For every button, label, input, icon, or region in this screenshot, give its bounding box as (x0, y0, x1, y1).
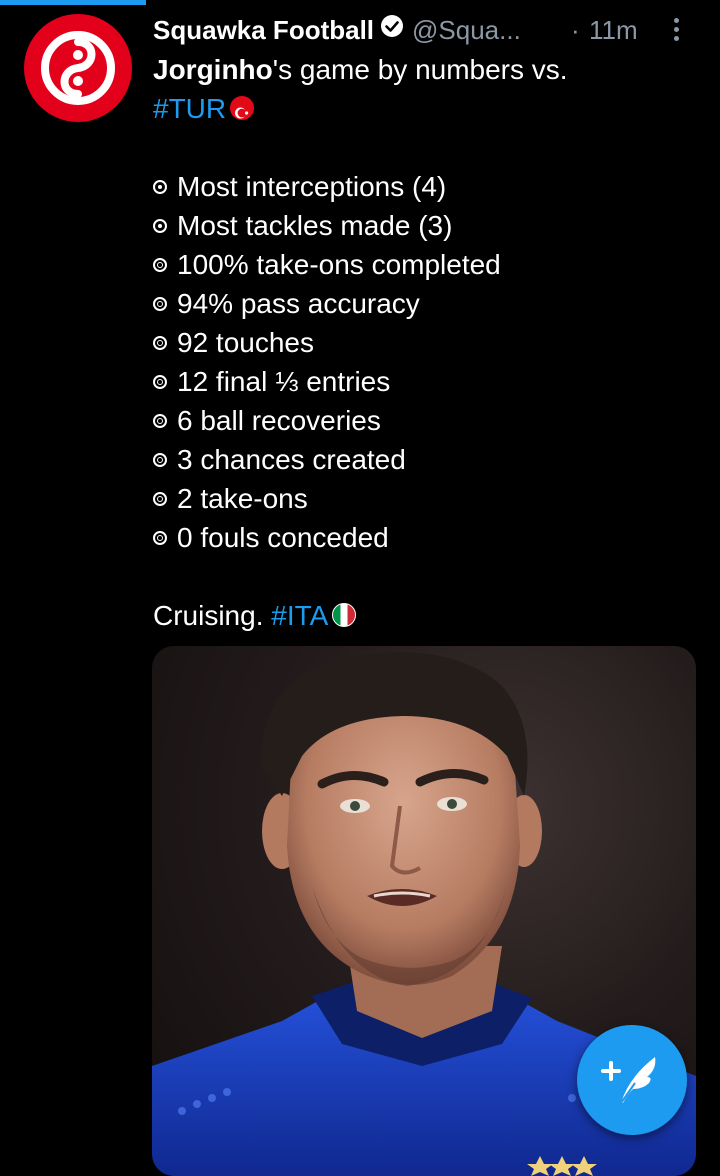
stat-item: Most interceptions (4) (153, 167, 693, 206)
stat-text: 3 chances created (177, 444, 406, 475)
separator-dot: · (571, 15, 580, 45)
display-name[interactable]: Squawka Football (153, 15, 374, 45)
stat-item: 92 touches (153, 323, 693, 362)
stat-text: 12 final ⅓ entries (177, 366, 391, 397)
avatar[interactable] (24, 14, 132, 122)
stat-text: 6 ball recoveries (177, 405, 381, 436)
stat-item: 0 fouls conceded (153, 518, 693, 557)
progress-bar (0, 0, 146, 5)
stat-text: 94% pass accuracy (177, 288, 420, 319)
player-name: Jorginho (153, 54, 273, 85)
stat-item: 2 take-ons (153, 479, 693, 518)
stat-item: 3 chances created (153, 440, 693, 479)
stat-item: 94% pass accuracy (153, 284, 693, 323)
compose-tweet-icon (601, 1057, 656, 1104)
tweet-line-1: Jorginho's game by numbers vs. (153, 50, 693, 89)
bullet-icon (153, 218, 167, 233)
bullet-icon (153, 413, 167, 428)
compose-tweet-button[interactable] (577, 1025, 687, 1135)
tweet-text: Jorginho's game by numbers vs. #TUR Most… (153, 50, 693, 635)
squawka-logo-icon (41, 31, 115, 105)
hashtag-ita[interactable]: #ITA (271, 600, 328, 631)
bullet-icon (153, 179, 167, 194)
tweet-intro: 's game by numbers vs. (272, 54, 568, 85)
bullet-icon (153, 296, 167, 311)
stat-text: 2 take-ons (177, 483, 308, 514)
stat-item: 100% take-ons completed (153, 245, 693, 284)
turkey-flag-icon (230, 95, 255, 120)
stat-text: 92 touches (177, 327, 314, 358)
verified-badge-icon (380, 11, 404, 47)
stat-text: Most tackles made (3) (177, 210, 453, 241)
bullet-icon (153, 335, 167, 350)
closing-text: Cruising. (153, 600, 264, 631)
tweet-header: Squawka Football @Squa... · 11m (153, 12, 703, 48)
stat-text: 0 fouls conceded (177, 522, 389, 553)
stat-text: 100% take-ons completed (177, 249, 501, 280)
bullet-icon (153, 491, 167, 506)
bullet-icon (153, 374, 167, 389)
tweet-closing-line: Cruising. #ITA (153, 596, 693, 635)
italy-flag-icon (332, 602, 357, 627)
tweet-line-2: #TUR (153, 89, 693, 128)
bullet-icon (153, 257, 167, 272)
stat-item: Most tackles made (3) (153, 206, 693, 245)
stat-text: Most interceptions (4) (177, 171, 447, 202)
hashtag-tur[interactable]: #TUR (153, 93, 226, 124)
timestamp[interactable]: 11m (589, 12, 638, 48)
handle[interactable]: @Squa... (412, 15, 521, 45)
bullet-icon (153, 452, 167, 467)
stat-item: 12 final ⅓ entries (153, 362, 693, 401)
bullet-icon (153, 530, 167, 545)
stat-item: 6 ball recoveries (153, 401, 693, 440)
more-vertical-icon[interactable] (672, 18, 680, 44)
